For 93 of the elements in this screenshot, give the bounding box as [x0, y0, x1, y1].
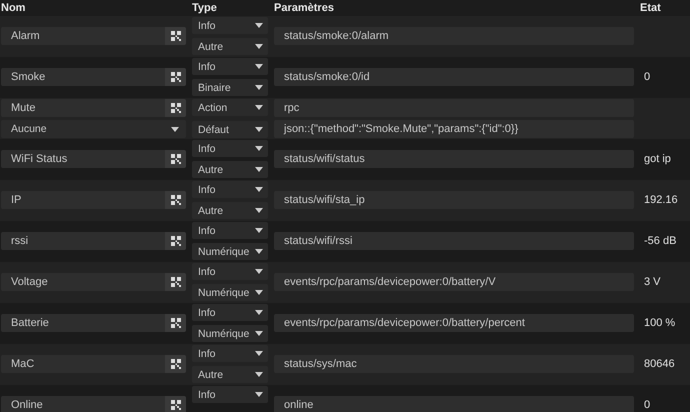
name-field[interactable]: Smoke: [1, 68, 165, 86]
type-dropdown[interactable]: Info: [192, 304, 268, 321]
caret-icon: [255, 290, 263, 295]
name-field[interactable]: Voltage: [1, 273, 165, 291]
caret-icon: [255, 249, 263, 254]
caret-icon: [255, 44, 263, 49]
name-field[interactable]: Mute: [1, 99, 165, 117]
name-field[interactable]: IP: [1, 191, 165, 209]
grid-icon: [170, 318, 180, 328]
name-field[interactable]: WiFi Status: [1, 150, 165, 168]
caret-icon: [255, 127, 263, 132]
type-dropdown[interactable]: Défaut: [192, 121, 268, 138]
state-value: 100 %: [643, 317, 676, 329]
grid-icon: [170, 31, 180, 41]
column-header: Nom: [1, 2, 26, 14]
option-dropdown[interactable]: Aucune: [1, 120, 186, 138]
caret-icon: [255, 372, 263, 377]
grid-icon: [170, 195, 180, 205]
icon-button[interactable]: [165, 150, 186, 168]
parameter-field[interactable]: events/rpc/params/devicepower:0/battery/percent: [274, 314, 634, 332]
icon-button[interactable]: [165, 191, 186, 209]
type-dropdown[interactable]: Binaire: [192, 79, 268, 96]
caret-icon: [255, 331, 263, 336]
type-dropdown[interactable]: Info: [192, 222, 268, 239]
caret-icon: [255, 392, 263, 397]
caret-icon: [255, 167, 263, 172]
caret-icon: [171, 126, 179, 132]
caret-icon: [255, 64, 263, 69]
state-value: 80646: [643, 358, 676, 370]
type-dropdown[interactable]: Numérique: [192, 243, 268, 260]
icon-button[interactable]: [165, 27, 186, 45]
type-dropdown[interactable]: Action: [192, 99, 268, 116]
icon-button[interactable]: [165, 396, 186, 412]
caret-icon: [255, 23, 263, 28]
icon-button[interactable]: [165, 232, 186, 250]
type-dropdown[interactable]: Info: [192, 58, 268, 75]
icon-button[interactable]: [165, 99, 186, 117]
caret-icon: [255, 351, 263, 356]
column-header: Paramètres: [274, 2, 335, 14]
parameter-field[interactable]: events/rpc/params/devicepower:0/battery/V: [274, 273, 634, 291]
name-field[interactable]: MaC: [1, 355, 165, 373]
type-dropdown[interactable]: Info: [192, 345, 268, 362]
type-dropdown[interactable]: Info: [192, 17, 268, 34]
parameter-field[interactable]: status/wifi/status: [274, 150, 634, 168]
parameter-field[interactable]: rpc: [274, 99, 634, 117]
state-value: 192.16: [643, 194, 679, 206]
type-dropdown[interactable]: Info: [192, 263, 268, 280]
parameter-field[interactable]: json::{"method":"Smoke.Mute","params":{"id":0}}: [274, 120, 634, 138]
parameter-field[interactable]: status/smoke:0/alarm: [274, 27, 634, 45]
caret-icon: [255, 146, 263, 151]
grid-icon: [170, 400, 180, 410]
grid-icon: [170, 277, 180, 287]
icon-button[interactable]: [165, 68, 186, 86]
type-dropdown[interactable]: Info: [192, 181, 268, 198]
type-dropdown[interactable]: Autre: [192, 366, 268, 383]
caret-icon: [255, 310, 263, 315]
grid-icon: [170, 154, 180, 164]
type-dropdown[interactable]: Autre: [192, 161, 268, 178]
type-dropdown[interactable]: Autre: [192, 202, 268, 219]
grid-icon: [170, 359, 180, 369]
grid-icon: [170, 72, 180, 82]
parameter-field[interactable]: status/wifi/rssi: [274, 232, 634, 250]
type-dropdown[interactable]: Autre: [192, 38, 268, 55]
name-field[interactable]: Batterie: [1, 314, 165, 332]
name-field[interactable]: Online: [1, 396, 165, 412]
parameter-field[interactable]: status/sys/mac: [274, 355, 634, 373]
state-value: -56 dB: [643, 235, 678, 247]
parameter-field[interactable]: status/smoke:0/id: [274, 68, 634, 86]
type-dropdown[interactable]: Info: [192, 140, 268, 157]
name-field[interactable]: rssi: [1, 232, 165, 250]
state-value: 0: [643, 71, 652, 83]
grid-icon: [170, 103, 180, 113]
column-header: Etat: [640, 2, 662, 14]
state-value: got ip: [643, 153, 672, 165]
column-header: Type: [192, 2, 218, 14]
type-dropdown[interactable]: Numérique: [192, 325, 268, 342]
parameter-field[interactable]: online: [274, 396, 634, 412]
icon-button[interactable]: [165, 314, 186, 332]
caret-icon: [255, 208, 263, 213]
icon-button[interactable]: [165, 355, 186, 373]
parameter-field[interactable]: status/wifi/sta_ip: [274, 191, 634, 209]
icon-button[interactable]: [165, 273, 186, 291]
name-field[interactable]: Alarm: [1, 27, 165, 45]
caret-icon: [255, 269, 263, 274]
type-dropdown[interactable]: Numérique: [192, 284, 268, 301]
caret-icon: [255, 85, 263, 90]
caret-icon: [255, 105, 263, 110]
state-value: 0: [643, 399, 652, 411]
grid-icon: [170, 236, 180, 246]
caret-icon: [255, 228, 263, 233]
type-dropdown[interactable]: Info: [192, 386, 268, 403]
caret-icon: [255, 187, 263, 192]
state-value: 3 V: [643, 276, 662, 288]
